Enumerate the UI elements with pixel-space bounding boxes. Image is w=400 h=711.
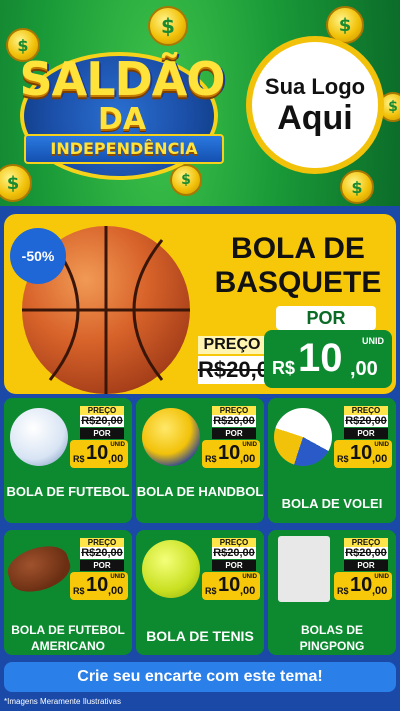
featured-new-price: R$ 10 ,00 UNID — [264, 330, 392, 388]
discount-badge: -50% — [10, 228, 66, 284]
currency: R$ — [73, 586, 85, 596]
new-price: R$ 10,00 UNID — [202, 440, 260, 468]
por-label: POR — [212, 428, 256, 439]
price-int: 10 — [350, 574, 373, 596]
old-price: R$20,00 — [344, 547, 388, 559]
product-card[interactable]: PREÇO R$20,00 POR R$ 10,00 UNID BOLA DE HA… — [136, 398, 264, 523]
product-card[interactable]: PREÇO R$20,00 POR R$ 10,00 UNID BOLA DE VO… — [268, 398, 396, 523]
old-price: R$20,00 — [344, 415, 388, 427]
preco-label: PREÇO — [344, 406, 388, 415]
product-card[interactable]: PREÇO R$20,00 POR R$ 10,00 UNID BOLAS DE P… — [268, 530, 396, 655]
unit: UNID — [374, 574, 389, 580]
price-int: 10 — [350, 442, 373, 464]
pingpong-balls-image — [278, 536, 330, 602]
price-cents: ,00 — [372, 453, 388, 465]
logo-placeholder[interactable]: Sua Logo Aqui — [246, 36, 384, 174]
product-name: BOLA DE TENIS — [146, 628, 254, 644]
title-da: DA — [97, 102, 147, 137]
price-cents: ,00 — [240, 585, 256, 597]
currency: R$ — [73, 454, 85, 464]
price-cents: ,00 — [108, 453, 124, 465]
unit: UNID — [110, 574, 125, 580]
product-name: BOLA DE HANDBOL — [136, 484, 264, 499]
featured-unit: UNID — [362, 336, 384, 346]
sale-title: SALDÃO DA INDEPENDÊNCIA — [6, 38, 238, 180]
handball-image — [142, 408, 200, 466]
featured-currency: R$ — [272, 358, 296, 378]
currency: R$ — [337, 454, 349, 464]
por-label: POR — [80, 428, 124, 439]
price-int: 10 — [86, 442, 109, 464]
old-price: R$20,00 — [212, 547, 256, 559]
preco-label: PREÇO — [80, 406, 124, 415]
price-cents: ,00 — [372, 585, 388, 597]
por-label: POR — [344, 428, 388, 439]
preco-label: PREÇO — [80, 538, 124, 547]
title-saldao: SALDÃO — [19, 52, 226, 106]
por-label: POR — [212, 560, 256, 571]
old-price: R$20,00 — [80, 415, 124, 427]
featured-old-price: R$20,00 — [198, 356, 282, 384]
featured-product-name: BOLA DE BASQUETE — [214, 232, 382, 299]
price-int: 10 — [218, 442, 241, 464]
new-price: R$ 10,00 UNID — [70, 572, 128, 600]
new-price: R$ 10,00 UNID — [202, 572, 260, 600]
product-card[interactable]: PREÇO R$20,00 POR R$ 10,00 UNID BOLA DE FU… — [4, 530, 132, 655]
unit: UNID — [242, 574, 257, 580]
featured-price-cents: ,00 — [350, 358, 378, 380]
price-cents: ,00 — [240, 453, 256, 465]
featured-por-label: POR — [276, 306, 376, 330]
currency: R$ — [205, 454, 217, 464]
por-label: POR — [80, 560, 124, 571]
old-price: R$20,00 — [80, 547, 124, 559]
price-int: 10 — [218, 574, 241, 596]
price-int: 10 — [86, 574, 109, 596]
unit: UNID — [242, 442, 257, 448]
product-name: BOLA DE FUTEBOL AMERICANO — [11, 623, 125, 653]
por-label: POR — [344, 560, 388, 571]
old-price: R$20,00 — [212, 415, 256, 427]
volleyball-image — [274, 408, 332, 466]
coin-icon: $ — [340, 170, 374, 204]
product-name: BOLA DE FUTEBOL — [6, 484, 130, 499]
unit: UNID — [374, 442, 389, 448]
featured-price-int: 10 — [298, 336, 343, 380]
product-name: BOLA DE VOLEI — [281, 496, 383, 511]
logo-text-line2: Aqui — [277, 99, 353, 137]
preco-label: PREÇO — [212, 406, 256, 415]
new-price: R$ 10,00 UNID — [334, 440, 392, 468]
new-price: R$ 10,00 UNID — [334, 572, 392, 600]
title-independencia: INDEPENDÊNCIA — [24, 134, 224, 164]
product-name: BOLAS DE PINGPONG — [299, 623, 365, 653]
preco-label: PREÇO — [212, 538, 256, 547]
create-flyer-button[interactable]: Crie seu encarte com este tema! — [4, 662, 396, 692]
footnote: *Imagens Meramente Ilustrativas — [4, 697, 121, 706]
price-cents: ,00 — [108, 585, 124, 597]
unit: UNID — [110, 442, 125, 448]
preco-label: PREÇO — [344, 538, 388, 547]
tennis-ball-image — [142, 540, 200, 598]
logo-text-line1: Sua Logo — [264, 74, 366, 99]
american-football-image — [4, 539, 75, 599]
currency: R$ — [205, 586, 217, 596]
currency: R$ — [337, 586, 349, 596]
product-card[interactable]: PREÇO R$20,00 POR R$ 10,00 UNID BOLA DE FU… — [4, 398, 132, 523]
product-card[interactable]: PREÇO R$20,00 POR R$ 10,00 UNID BOLA DE TE… — [136, 530, 264, 655]
featured-preco-label: PREÇO — [198, 336, 266, 354]
new-price: R$ 10,00 UNID — [70, 440, 128, 468]
soccer-ball-image — [10, 408, 68, 466]
